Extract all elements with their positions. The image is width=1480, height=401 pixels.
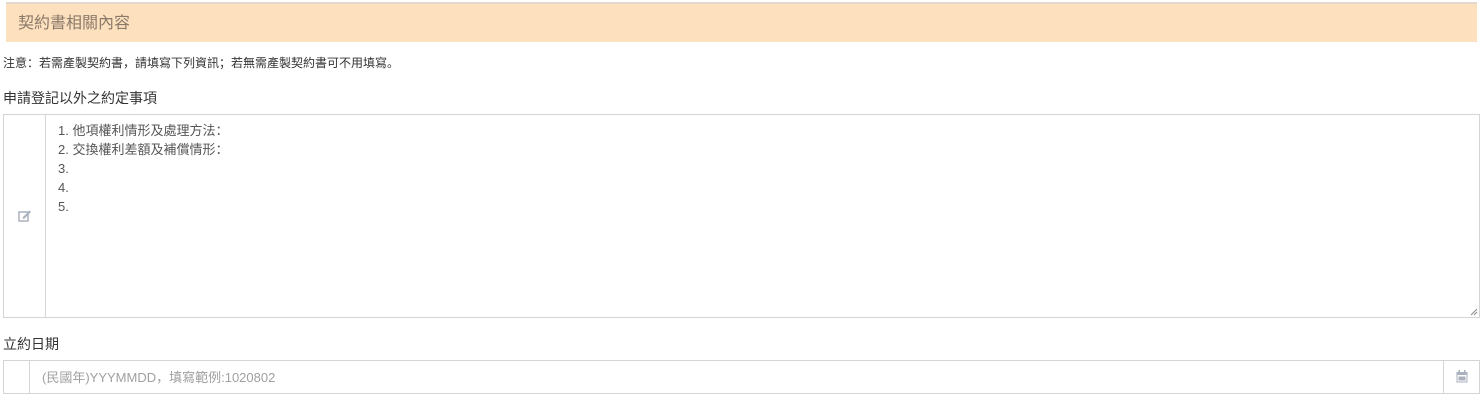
terms-line-1: 1. 他項權利情形及處理方法： [58, 123, 229, 138]
terms-textarea[interactable]: 1. 他項權利情形及處理方法： 2. 交換權利差額及補償情形： 3. 4. 5. [46, 115, 1479, 317]
terms-line-3: 3. [58, 161, 69, 176]
terms-line-2: 2. 交換權利差額及補償情形： [58, 142, 229, 157]
notice-text: 注意：若需產製契約書，請填寫下列資訊；若無需產製契約書可不用填寫。 [3, 56, 400, 70]
date-addon-right[interactable] [1443, 361, 1479, 393]
terms-line-4: 4. [58, 180, 69, 195]
date-input-group [3, 360, 1480, 394]
section-title: 契約書相關內容 [18, 13, 131, 32]
terms-label: 申請登記以外之約定事項 [3, 91, 157, 107]
calendar-icon[interactable] [1456, 368, 1468, 387]
terms-textarea-group: 1. 他項權利情形及處理方法： 2. 交換權利差額及補償情形： 3. 4. 5. [3, 114, 1480, 318]
resize-handle[interactable] [1470, 308, 1478, 316]
date-label: 立約日期 [3, 337, 59, 353]
edit-icon [17, 207, 32, 226]
terms-addon [4, 115, 46, 317]
section-header: 契約書相關內容 [6, 2, 1477, 42]
date-addon-left [4, 361, 30, 393]
terms-line-5: 5. [58, 199, 69, 214]
date-input[interactable] [30, 361, 1443, 393]
